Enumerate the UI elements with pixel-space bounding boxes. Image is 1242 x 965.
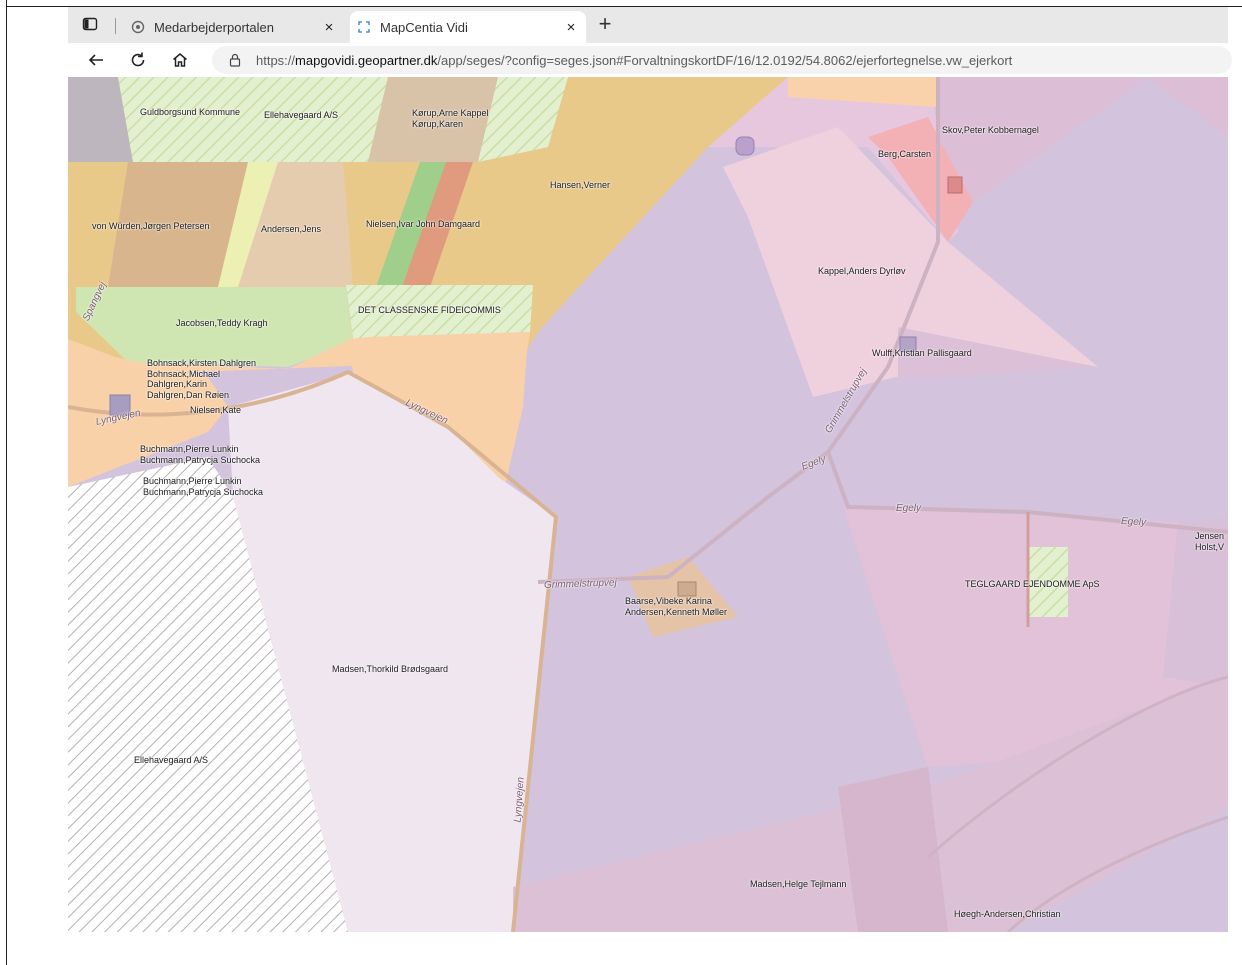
- sidebar-toggle-icon[interactable]: [82, 16, 98, 32]
- parcel-label[interactable]: Jacobsen,Teddy Kragh: [176, 318, 268, 329]
- building: [735, 136, 755, 156]
- road-label: Egely: [896, 503, 922, 514]
- close-tab-icon[interactable]: ×: [562, 19, 580, 36]
- parcel-label[interactable]: Buchmann,Pierre Lunkin Buchmann,Patrycja…: [143, 476, 263, 497]
- map-canvas[interactable]: Guldborgsund Kommune Ellehavegaard A/S K…: [68, 77, 1228, 932]
- parcel-label[interactable]: Kappel,Anders Dyrløv: [818, 266, 906, 277]
- tab-medarbejderportalen[interactable]: Medarbejderportalen ×: [124, 11, 344, 43]
- parcel-label[interactable]: TEGLGAARD EJENDOMME ApS: [965, 579, 1100, 590]
- parcel-label[interactable]: von Würden,Jørgen Petersen: [92, 221, 210, 232]
- parcel-label[interactable]: Ellehavegaard A/S: [264, 110, 338, 121]
- building: [947, 176, 963, 194]
- home-icon[interactable]: [170, 50, 190, 70]
- url-scheme: https://: [256, 52, 296, 68]
- url-host: mapgovidi.geopartner.dk: [295, 52, 438, 68]
- new-tab-button[interactable]: +: [594, 13, 616, 35]
- url-field[interactable]: https://mapgovidi.geopartner.dk/app/sege…: [212, 46, 1232, 74]
- parcel-label[interactable]: Kørup,Arne Kappel Kørup,Karen: [412, 108, 489, 129]
- tab-mapcentia-vidi[interactable]: MapCentia Vidi ×: [350, 11, 586, 43]
- tab-title: Medarbejderportalen: [154, 19, 274, 35]
- parcel-label[interactable]: Madsen,Helge Tejlmann: [750, 879, 846, 890]
- parcel-label[interactable]: Andersen,Jens: [261, 224, 321, 235]
- page-favicon-icon: [356, 19, 372, 35]
- parcel-label[interactable]: Nielsen,Ivar John Damgaard: [366, 219, 480, 230]
- parcel-label[interactable]: Buchmann,Pierre Lunkin Buchmann,Patrycja…: [140, 444, 260, 465]
- parcel-label[interactable]: Hansen,Verner: [550, 180, 610, 191]
- parcel-label[interactable]: Madsen,Thorkild Brødsgaard: [332, 664, 448, 675]
- parcel[interactable]: [118, 77, 388, 162]
- parcel-label[interactable]: Bohnsack,Kirsten Dahlgren Bohnsack,Micha…: [147, 358, 256, 400]
- parcel-label[interactable]: Ellehavegaard A/S: [134, 755, 208, 766]
- building: [677, 581, 697, 597]
- parcel-label[interactable]: Baarse,Vibeke Karina Andersen,Kenneth Mø…: [625, 596, 727, 617]
- parcel-label[interactable]: Guldborgsund Kommune: [140, 107, 240, 118]
- tab-separator: [115, 18, 116, 34]
- parcel-label[interactable]: Berg,Carsten: [878, 149, 931, 160]
- url-path: /app/seges/?config=seges.json#Forvaltnin…: [437, 52, 1013, 68]
- tab-bar: Medarbejderportalen × MapCentia Vidi × +: [68, 7, 1228, 43]
- window-border-left: [6, 0, 7, 965]
- parcel-label[interactable]: Nielsen,Kate: [190, 405, 241, 416]
- lock-icon[interactable]: [228, 53, 242, 67]
- address-bar: https://mapgovidi.geopartner.dk/app/sege…: [68, 43, 1232, 77]
- parcel-label[interactable]: Høegh-Andersen,Christian: [954, 909, 1061, 920]
- tab-title: MapCentia Vidi: [380, 19, 468, 35]
- parcel-label[interactable]: Skov,Peter Kobbernagel: [942, 125, 1039, 136]
- parcel-map[interactable]: [68, 77, 1228, 932]
- close-tab-icon[interactable]: ×: [320, 19, 338, 36]
- reload-icon[interactable]: [128, 50, 148, 70]
- parcel-label[interactable]: Jensen Holst,V: [1195, 531, 1224, 552]
- loading-icon: [130, 19, 146, 35]
- parcel-label[interactable]: DET CLASSENSKE FIDEICOMMIS: [358, 305, 501, 316]
- back-icon[interactable]: [86, 50, 106, 70]
- road-label: Egely: [1120, 516, 1147, 529]
- parcel-label[interactable]: Wulff,Kristian Pallisgaard: [872, 348, 972, 359]
